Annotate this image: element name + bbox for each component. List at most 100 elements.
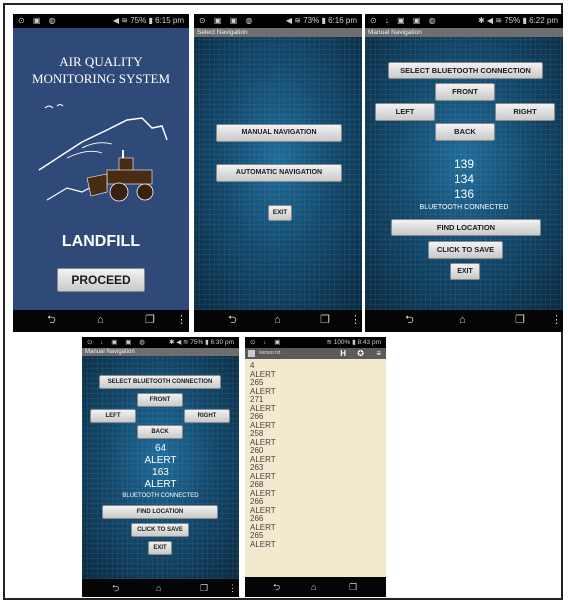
menu-icon[interactable]: ⋮ [176, 314, 187, 326]
status-icons-left: ⊙ ▣ ▣ ◍ [199, 16, 256, 25]
action-bar-title: Manual Navigation [82, 348, 239, 356]
back-icon[interactable]: ⮌ [273, 581, 280, 593]
status-icons-right: ◀ ≋ 73% ▮ 6:16 pm [285, 16, 357, 25]
android-nav-bar: ⮌ ⌂ ❐ ⋮ [194, 310, 362, 332]
splash-background: AIR QUALITY MONITORING SYSTEM LANDFILL P… [13, 28, 189, 310]
status-bar: ⊙ ↓ ▣ ▣ ◍ ✱ ◀ ≋ 75% ▮ 6:22 pm [365, 14, 563, 28]
bluetooth-status: BLUETOOTH CONNECTED [122, 493, 199, 499]
left-button[interactable]: LEFT [375, 103, 435, 121]
exit-button[interactable]: EXIT [450, 263, 480, 280]
find-location-button[interactable]: FIND LOCATION [102, 505, 218, 519]
status-icons-right: ✱ ◀ ≋ 75% ▮ 6:30 pm [169, 339, 234, 346]
front-button[interactable]: FRONT [137, 393, 183, 407]
sensor-alert: ALERT [144, 455, 177, 466]
recents-icon[interactable]: ❐ [200, 582, 208, 594]
sensor-value: 134 [453, 172, 475, 186]
log-line: ALERT [250, 420, 276, 430]
bluetooth-status: BLUETOOTH CONNECTED [419, 204, 509, 211]
landfill-label: LANDFILL [61, 233, 141, 250]
back-icon[interactable]: ⮌ [112, 582, 119, 594]
status-bar: ⊙ ▣ ◍ ◀ ≋ 75% ▮ 6:15 pm [13, 14, 189, 28]
recents-icon[interactable]: ❐ [320, 314, 330, 326]
log-line: ALERT [250, 505, 276, 515]
log-line: 4 [250, 361, 255, 370]
menu-icon[interactable]: ⋮ [551, 314, 562, 326]
home-icon[interactable]: ⌂ [274, 314, 281, 326]
back-icon[interactable]: ⮌ [47, 314, 56, 326]
status-bar: ⊙ ↓ ▣ ≋ 100% ▮ 8:43 pm [245, 337, 386, 348]
status-icons-left: ⊙ ↓ ▣ [250, 339, 284, 346]
log-content: 4 ALERT 265 ALERT 271 ALERT 266 ALERT 25… [245, 359, 386, 577]
select-bluetooth-button[interactable]: SELECT BLUETOOTH CONNECTION [388, 62, 543, 79]
status-bar: ⊙ ▣ ▣ ◍ ◀ ≋ 73% ▮ 6:16 pm [194, 14, 362, 28]
app-title-line1: AIR QUALITY [59, 54, 143, 69]
sensor-value: 139 [453, 157, 475, 171]
right-button[interactable]: RIGHT [184, 409, 230, 423]
sensor-value: 163 [152, 467, 169, 478]
front-button[interactable]: FRONT [435, 83, 495, 101]
status-icons-right: ≋ 100% ▮ 8:43 pm [326, 339, 381, 346]
action-bar-title: Select Navigation [194, 28, 362, 37]
recents-icon[interactable]: ❐ [349, 581, 357, 593]
left-button[interactable]: LEFT [90, 409, 136, 423]
status-icons-left: ⊙ ▣ ◍ [18, 16, 59, 25]
recents-icon[interactable]: ❐ [515, 314, 525, 326]
screen-background: MANUAL NAVIGATION AUTOMATIC NAVIGATION E… [194, 37, 362, 310]
log-line: ALERT [250, 522, 276, 532]
log-line: ALERT [250, 488, 276, 498]
file-icon [248, 350, 255, 357]
home-icon[interactable]: ⌂ [311, 581, 316, 593]
recents-icon[interactable]: ❐ [145, 314, 155, 326]
exit-button[interactable]: EXIT [148, 541, 172, 555]
back-icon[interactable]: ⮌ [405, 314, 414, 326]
android-nav-bar: ⮌ ⌂ ❐ ⋮ [13, 310, 189, 332]
status-icons-right: ◀ ≋ 75% ▮ 6:15 pm [112, 16, 184, 25]
log-line: ALERT [250, 471, 276, 481]
status-bar: ⊙ ↓ ▣ ▣ ◍ ✱ ◀ ≋ 75% ▮ 6:30 pm [82, 337, 239, 348]
log-line: ALERT [250, 454, 276, 464]
sensor-alert: ALERT [144, 479, 177, 490]
exit-button[interactable]: EXIT [268, 205, 292, 221]
screen-manual-navigation: ⊙ ↓ ▣ ▣ ◍ ✱ ◀ ≋ 75% ▮ 6:22 pm Manual Nav… [365, 14, 563, 332]
log-line: ALERT [250, 403, 276, 413]
back-button[interactable]: BACK [137, 425, 183, 439]
menu-icon[interactable]: ≡ [376, 348, 381, 359]
screen-manual-navigation-alert: ⊙ ↓ ▣ ▣ ◍ ✱ ◀ ≋ 75% ▮ 6:30 pm Manual Nav… [82, 337, 239, 597]
find-location-button[interactable]: FIND LOCATION [391, 219, 541, 236]
click-to-save-button[interactable]: CLICK TO SAVE [131, 523, 189, 537]
back-button[interactable]: BACK [435, 123, 495, 141]
android-nav-bar: ⮌ ⌂ ❐ ⋮ [365, 310, 563, 332]
settings-icon[interactable]: ✪ [357, 348, 364, 359]
action-bar-title: Manual Navigation [365, 28, 563, 37]
right-button[interactable]: RIGHT [495, 103, 555, 121]
menu-icon[interactable]: ⋮ [228, 582, 237, 594]
status-icons-right: ✱ ◀ ≋ 75% ▮ 6:22 pm [478, 16, 558, 25]
click-to-save-button[interactable]: CLICK TO SAVE [428, 241, 503, 259]
screen-sensor-log: ⊙ ↓ ▣ ≋ 100% ▮ 8:43 pm sensor.txt H ✪ ≡ … [245, 337, 386, 597]
toolbar: sensor.txt H ✪ ≡ [245, 348, 386, 359]
home-icon[interactable]: ⌂ [459, 314, 466, 326]
file-title: sensor.txt [259, 350, 281, 356]
screen-background: SELECT BLUETOOTH CONNECTION FRONT LEFT R… [82, 356, 239, 579]
android-nav-bar: ⮌ ⌂ ❐ [245, 577, 386, 597]
screen-background: SELECT BLUETOOTH CONNECTION FRONT LEFT R… [365, 37, 563, 310]
log-line: ALERT [250, 369, 276, 379]
android-nav-bar: ⮌ ⌂ ❐ ⋮ [82, 579, 239, 597]
log-line: ALERT [250, 386, 276, 396]
bulldozer-icon [86, 150, 154, 202]
select-bluetooth-button[interactable]: SELECT BLUETOOTH CONNECTION [99, 375, 221, 389]
log-line: ALERT [250, 437, 276, 447]
home-icon[interactable]: ⌂ [97, 314, 104, 326]
app-title-line2: MONITORING SYSTEM [31, 71, 171, 86]
log-line: ALERT [250, 539, 276, 549]
automatic-navigation-button[interactable]: AUTOMATIC NAVIGATION [216, 164, 342, 182]
home-icon[interactable]: ⌂ [156, 582, 161, 594]
proceed-button[interactable]: PROCEED [57, 268, 145, 292]
manual-navigation-button[interactable]: MANUAL NAVIGATION [216, 124, 342, 142]
back-icon[interactable]: ⮌ [228, 314, 237, 326]
status-icons-left: ⊙ ↓ ▣ ▣ ◍ [370, 16, 439, 25]
status-icons-left: ⊙ ↓ ▣ ▣ ◍ [87, 339, 148, 346]
bookmark-icon[interactable]: H [340, 348, 346, 359]
menu-icon[interactable]: ⋮ [350, 314, 361, 326]
screen-select-navigation: ⊙ ▣ ▣ ◍ ◀ ≋ 73% ▮ 6:16 pm Select Navigat… [194, 14, 362, 332]
